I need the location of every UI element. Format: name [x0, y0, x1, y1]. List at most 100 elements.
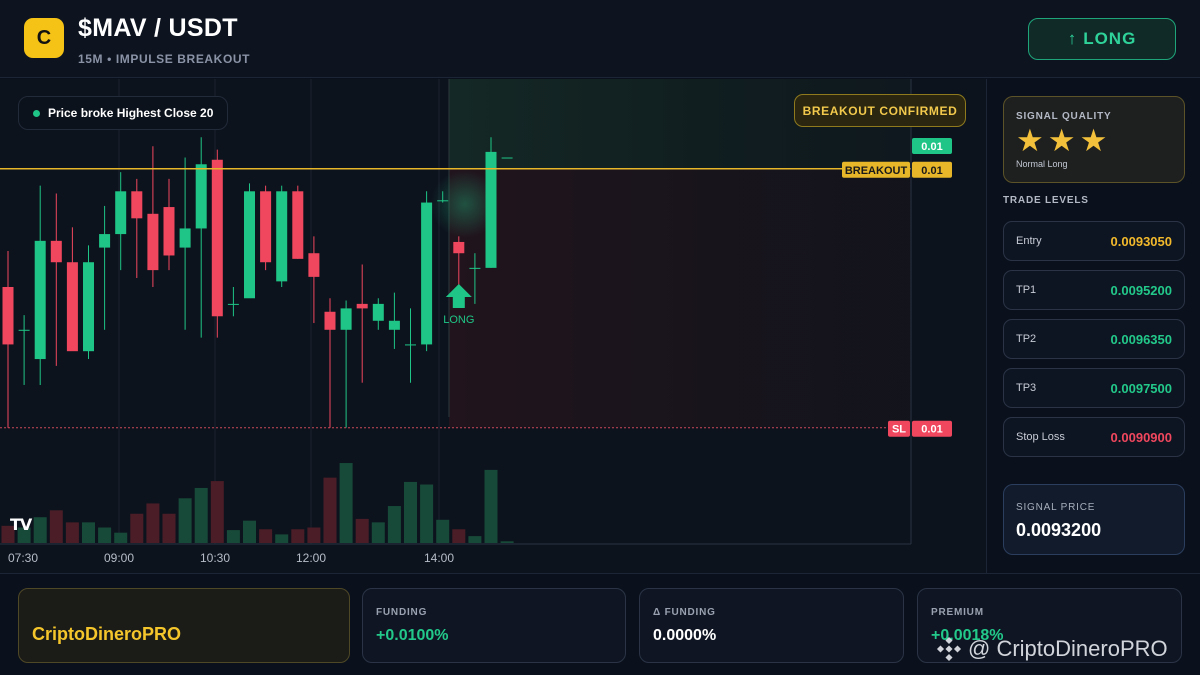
star-rating: ★ ★ ★ [1016, 125, 1107, 156]
level-label: Stop Loss [1016, 431, 1065, 443]
candle-body [453, 241, 465, 254]
signal-quality-card: SIGNAL QUALITY ★ ★ ★ Normal Long [1003, 96, 1185, 183]
volume-bar [339, 463, 353, 543]
candle-body [83, 262, 94, 352]
candle-body [34, 240, 46, 360]
signal-price-value: 0.0093200 [1016, 520, 1102, 540]
chart-canvas: LONG 0.01 BREAKOUT 0.01 SL 0.01 07:30 09:00 10:3… [0, 79, 952, 565]
volume-bar [259, 529, 273, 543]
binance-icon [936, 636, 962, 662]
candle-body [308, 253, 320, 277]
level-value: 0.0097500 [1110, 380, 1172, 396]
candle-body [356, 303, 368, 309]
volume-bar [178, 498, 192, 543]
last-price-tag: 0.01 [921, 141, 942, 153]
header: C $MAV / USDT 15M • IMPULSE BREAKOUT ↑ L… [0, 0, 1200, 78]
indicator-pill: Price broke Highest Close 20 [18, 96, 229, 130]
volume-bar [162, 513, 176, 543]
candle-body [244, 191, 255, 299]
candle-body [340, 308, 352, 330]
level-stop-loss: Stop Loss 0.0090900 [1003, 417, 1185, 457]
volume-bar [355, 518, 369, 543]
long-button-label: LONG [1083, 29, 1137, 48]
star-icon: ★ [1016, 123, 1044, 158]
level-tp1: TP1 0.0095200 [1003, 270, 1185, 310]
long-button[interactable]: ↑ LONG [1028, 18, 1176, 60]
delta-funding-card: Δ FUNDING 0.0000% [639, 588, 904, 663]
candle-body [276, 191, 288, 282]
time-tick-label: 10:30 [200, 551, 230, 565]
volume-bar [226, 530, 240, 543]
candle-body [195, 164, 207, 229]
candle-body [2, 287, 14, 345]
time-tick-label: 12:00 [296, 551, 326, 565]
volume-bar [500, 541, 514, 543]
tradingview-logo: TV [10, 515, 32, 534]
level-label: TP2 [1016, 333, 1037, 345]
level-label: TP1 [1016, 284, 1037, 296]
candle-body [99, 234, 111, 248]
stat-value: +0.0100% [376, 627, 449, 644]
volume-bar [484, 469, 498, 543]
price-chart[interactable]: LONG 0.01 BREAKOUT 0.01 SL 0.01 07:30 09:00 10:3… [0, 79, 986, 573]
stat-title: Δ FUNDING [653, 607, 716, 618]
signal-price-title: SIGNAL PRICE [1016, 502, 1096, 513]
level-tp2: TP2 0.0096350 [1003, 319, 1185, 359]
level-value: 0.0096350 [1110, 331, 1172, 347]
sl-value-tag: 0.01 [921, 424, 942, 436]
status-dot-icon [33, 109, 40, 117]
volume-bar [49, 510, 63, 543]
volume-bar [98, 527, 112, 543]
volume-bar [323, 477, 337, 543]
volume-bar [65, 522, 79, 543]
candle-body [147, 213, 159, 271]
volume-bar [114, 532, 128, 543]
volume-bar [371, 522, 385, 543]
brand-card: CriptoDineroPRO [18, 588, 350, 663]
sidebar: SIGNAL QUALITY ★ ★ ★ Normal Long TRADE LEV… [986, 79, 1200, 573]
level-label: Entry [1016, 235, 1042, 247]
volume-bar [194, 487, 208, 543]
level-value: 0.0095200 [1110, 282, 1172, 298]
volume-bar [243, 520, 256, 543]
sl-label-tag: SL [892, 424, 906, 436]
level-value: 0.0090900 [1110, 429, 1172, 445]
long-marker-label: LONG [443, 314, 474, 326]
stat-value: 0.0000% [653, 627, 717, 644]
candle-body [469, 267, 481, 269]
stat-title: FUNDING [376, 607, 428, 618]
watermark-text: @ CriptoDineroPRO [968, 636, 1168, 661]
volume-bar [82, 522, 95, 543]
volume-bar [468, 536, 482, 543]
volume-bar [130, 513, 144, 543]
candle-body [501, 157, 513, 159]
candle-body [50, 240, 62, 263]
level-value: 0.0093050 [1110, 233, 1172, 249]
pair-title: $MAV / USDT [78, 14, 238, 42]
timeframe-subtitle: 15M • IMPULSE BREAKOUT [78, 52, 251, 66]
candle-body [115, 191, 127, 235]
candle-body [260, 191, 272, 263]
volume-bar [210, 481, 224, 543]
breakout-label-tag: BREAKOUT [845, 165, 908, 177]
candle-body [405, 344, 416, 346]
candle-body [421, 202, 433, 345]
candle-body [292, 191, 304, 259]
volume-bar [275, 534, 289, 543]
arrow-up-icon: ↑ [1067, 29, 1078, 48]
candle-body [163, 207, 175, 256]
star-icon: ★ [1047, 123, 1076, 158]
stat-title: PREMIUM [931, 607, 984, 618]
trade-levels-title: TRADE LEVELS [1003, 195, 1089, 206]
time-tick-label: 14:00 [424, 551, 454, 565]
candle-body [66, 262, 78, 352]
level-tp3: TP3 0.0097500 [1003, 368, 1185, 408]
watermark: @ CriptoDineroPRO [936, 636, 1168, 662]
candle-body [131, 191, 143, 219]
volume-bar [33, 517, 47, 543]
candle-body [18, 329, 30, 331]
candle-body [324, 311, 336, 330]
risk-zone [449, 168, 911, 428]
volume-bar [452, 529, 466, 543]
signal-quality-title: SIGNAL QUALITY [1016, 111, 1112, 122]
